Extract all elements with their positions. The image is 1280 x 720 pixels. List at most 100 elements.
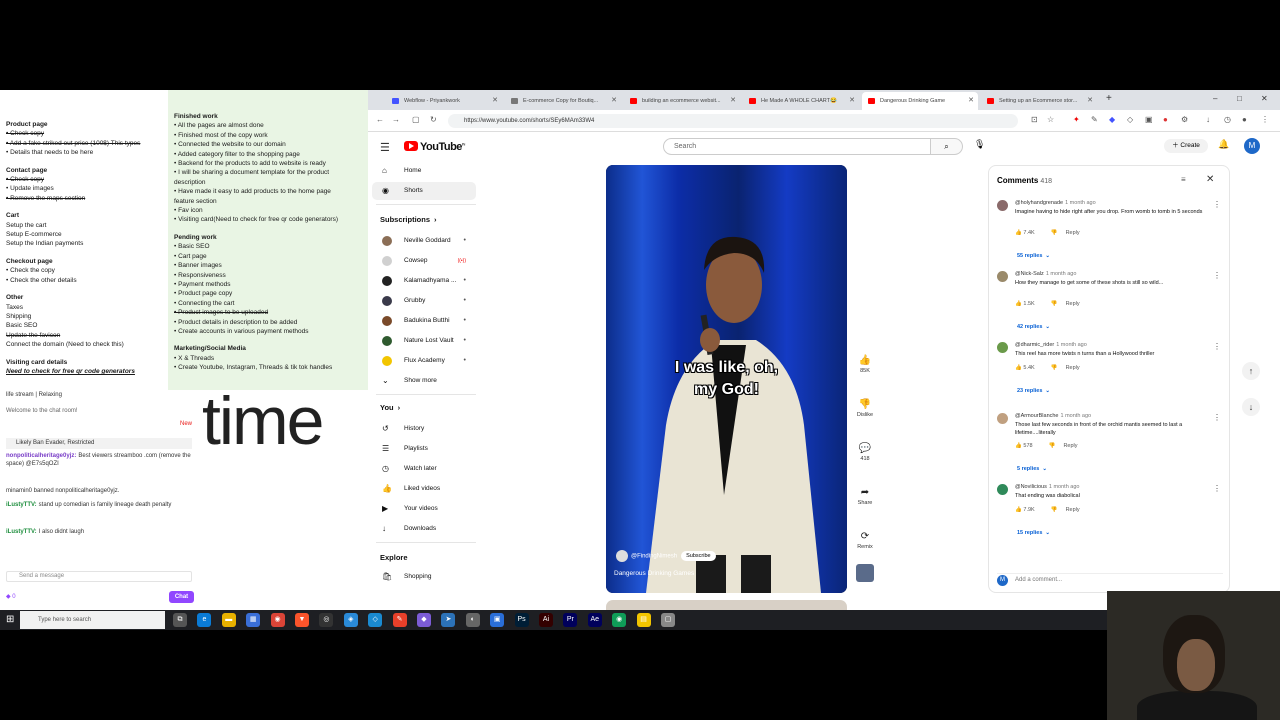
sort-icon[interactable]: ≡ (1181, 175, 1186, 184)
comment-dislike-icon[interactable]: 👎 (1051, 365, 1058, 371)
sidebar-item-shopping[interactable]: 🛍 Shopping (372, 568, 476, 586)
minimize-icon[interactable]: – (1213, 94, 1217, 103)
comment-reply-button[interactable]: Reply (1066, 507, 1080, 513)
browser-tab[interactable]: Setting up an Ecommerce stor... ✕ (981, 92, 1097, 110)
short-video-player[interactable]: I was like, oh, my God! @FindingNimesh Su… (606, 165, 847, 593)
tab-close-icon[interactable]: ✕ (730, 92, 736, 110)
hamburger-menu-icon[interactable]: ☰ (380, 141, 390, 154)
comment-menu-icon[interactable]: ⋮ (1213, 200, 1221, 209)
previous-short-button[interactable]: ↑ (1242, 362, 1260, 380)
view-replies-button[interactable]: 15 replies ⌄ (1017, 530, 1050, 536)
menu-dots-icon[interactable]: ⋮ (1261, 115, 1269, 124)
commenter-avatar[interactable] (997, 484, 1008, 495)
extension-icon[interactable]: ◆ (1109, 115, 1115, 124)
chat-input[interactable]: Send a message (6, 571, 192, 582)
remix-thumbnail[interactable] (856, 564, 874, 582)
remix-button[interactable]: ⟳ Remix (850, 530, 880, 550)
create-button[interactable]: ＋ Create (1164, 139, 1208, 153)
app-icon[interactable]: ▢ (661, 613, 675, 627)
maximize-icon[interactable]: □ (1237, 94, 1242, 103)
comment-dislike-icon[interactable]: 👎 (1051, 507, 1058, 513)
browser-tab[interactable]: E-commerce Copy for Boutiq... ✕ (505, 92, 621, 110)
chat-username[interactable]: iLustyTTV: (6, 529, 37, 535)
channel-name[interactable]: @FindingNimesh (631, 554, 677, 560)
obs-icon[interactable]: ◎ (319, 613, 334, 627)
commenter-name[interactable]: @Nick-Salz (1015, 271, 1044, 277)
view-replies-button[interactable]: 5 replies ⌄ (1017, 466, 1047, 472)
sidebar-item-watch-later[interactable]: ◷ Watch later (372, 460, 476, 478)
browser-tab[interactable]: Dangerous Drinking Game ✕ (862, 92, 978, 110)
app-icon[interactable]: ▣ (490, 613, 505, 627)
sidebar-item-downloads[interactable]: ↓ Downloads (372, 520, 476, 538)
commenter-name[interactable]: @dharmic_rider (1015, 342, 1054, 348)
sidebar-subscription[interactable]: Kalamadhyama ... • (372, 272, 476, 290)
channel-avatar[interactable] (616, 550, 628, 562)
tab-close-icon[interactable]: ✕ (1087, 92, 1093, 110)
youtube-logo[interactable]: YouTubeIN (404, 141, 465, 153)
mic-icon[interactable]: 🎙 (974, 139, 985, 150)
photoshop-icon[interactable]: Ps (514, 613, 529, 627)
commenter-avatar[interactable] (997, 200, 1008, 211)
tab-close-icon[interactable]: ✕ (968, 92, 974, 110)
like-button[interactable]: 👍 85K (850, 354, 880, 374)
window-close-icon[interactable]: ✕ (1261, 94, 1268, 103)
app-icon[interactable]: ◇ (368, 613, 383, 627)
refresh-icon[interactable]: ↻ (430, 115, 437, 124)
comment-dislike-icon[interactable]: 👎 (1051, 230, 1058, 236)
new-tab-icon[interactable]: + (1106, 93, 1112, 104)
comment-menu-icon[interactable]: ⋮ (1213, 271, 1221, 280)
browser-tab[interactable]: Webflow - Priyankwork ✕ (386, 92, 502, 110)
pinned-user[interactable]: Likely Ban Evader, Restricted (6, 438, 192, 449)
sidebar-subscription[interactable]: Flux Academy • (372, 352, 476, 370)
history-icon[interactable]: ◷ (1224, 115, 1231, 124)
view-replies-button[interactable]: 42 replies ⌄ (1017, 324, 1050, 330)
windows-start-icon[interactable]: ⊞ (6, 614, 14, 625)
commenter-avatar[interactable] (997, 342, 1008, 353)
comment-reply-button[interactable]: Reply (1066, 230, 1080, 236)
extension-icon[interactable]: ◇ (1127, 115, 1133, 124)
sidebar-toggle-icon[interactable]: ▢ (412, 115, 420, 124)
dislike-button[interactable]: 👎 Dislike (850, 398, 880, 418)
close-icon[interactable]: ✕ (1206, 174, 1214, 185)
bits-counter[interactable]: ◆ 0 (6, 593, 36, 601)
chat-send-button[interactable]: Chat (169, 591, 194, 603)
browser-tab[interactable]: He Made A WHOLE CHART😂 ✕ (743, 92, 859, 110)
bookmark-star-icon[interactable]: ☆ (1047, 115, 1054, 124)
view-replies-button[interactable]: 55 replies ⌄ (1017, 253, 1050, 259)
tab-close-icon[interactable]: ✕ (492, 92, 498, 110)
search-button[interactable]: ⌕ (931, 138, 963, 155)
download-icon[interactable]: ↓ (1206, 115, 1210, 124)
bell-icon[interactable]: 🔔 (1218, 139, 1229, 150)
comment-dislike-icon[interactable]: 👎 (1051, 301, 1058, 307)
comment-menu-icon[interactable]: ⋮ (1213, 413, 1221, 422)
subscribe-button[interactable]: Subscribe (681, 551, 716, 561)
sidebar-subscription[interactable]: Cowsep ((•)) (372, 252, 476, 270)
commenter-avatar[interactable] (997, 271, 1008, 282)
next-short-preview[interactable] (606, 600, 847, 610)
app-icon[interactable]: ◐ (465, 613, 480, 627)
illustrator-icon[interactable]: Ai (539, 613, 553, 627)
pen-icon[interactable]: ✎ (1091, 115, 1098, 124)
task-view-icon[interactable]: ⧉ (173, 613, 187, 627)
commenter-name[interactable]: @Novilicious (1015, 484, 1047, 490)
tab-close-icon[interactable]: ✕ (849, 92, 855, 110)
app-icon[interactable]: ➤ (441, 613, 456, 627)
app-icon[interactable]: ◈ (343, 613, 358, 627)
sidebar-subscription[interactable]: Grubby • (372, 292, 476, 310)
search-input[interactable]: Search (663, 138, 931, 155)
app-icon[interactable]: ◆ (417, 613, 431, 627)
file-explorer-icon[interactable]: ▬ (221, 613, 236, 627)
you-header[interactable]: You › (380, 403, 400, 412)
next-short-button[interactable]: ↓ (1242, 398, 1260, 416)
comment-reply-button[interactable]: Reply (1063, 443, 1077, 449)
sidebar-item-liked-videos[interactable]: 👍 Liked videos (372, 480, 476, 498)
taskbar-search[interactable]: Type here to search (20, 611, 165, 629)
after-effects-icon[interactable]: Ae (587, 613, 602, 627)
chrome-icon[interactable]: ◉ (270, 613, 285, 627)
sidebar-subscription[interactable]: Neville Goddard • (372, 232, 476, 250)
comment-like-button[interactable]: 👍 5.4K (1015, 365, 1043, 371)
sidebar-item-home[interactable]: ⌂ Home (372, 162, 476, 180)
view-replies-button[interactable]: 23 replies ⌄ (1017, 388, 1050, 394)
video-title[interactable]: Dangerous Drinking Games (614, 570, 694, 577)
share-button[interactable]: ➦ Share (850, 486, 880, 506)
